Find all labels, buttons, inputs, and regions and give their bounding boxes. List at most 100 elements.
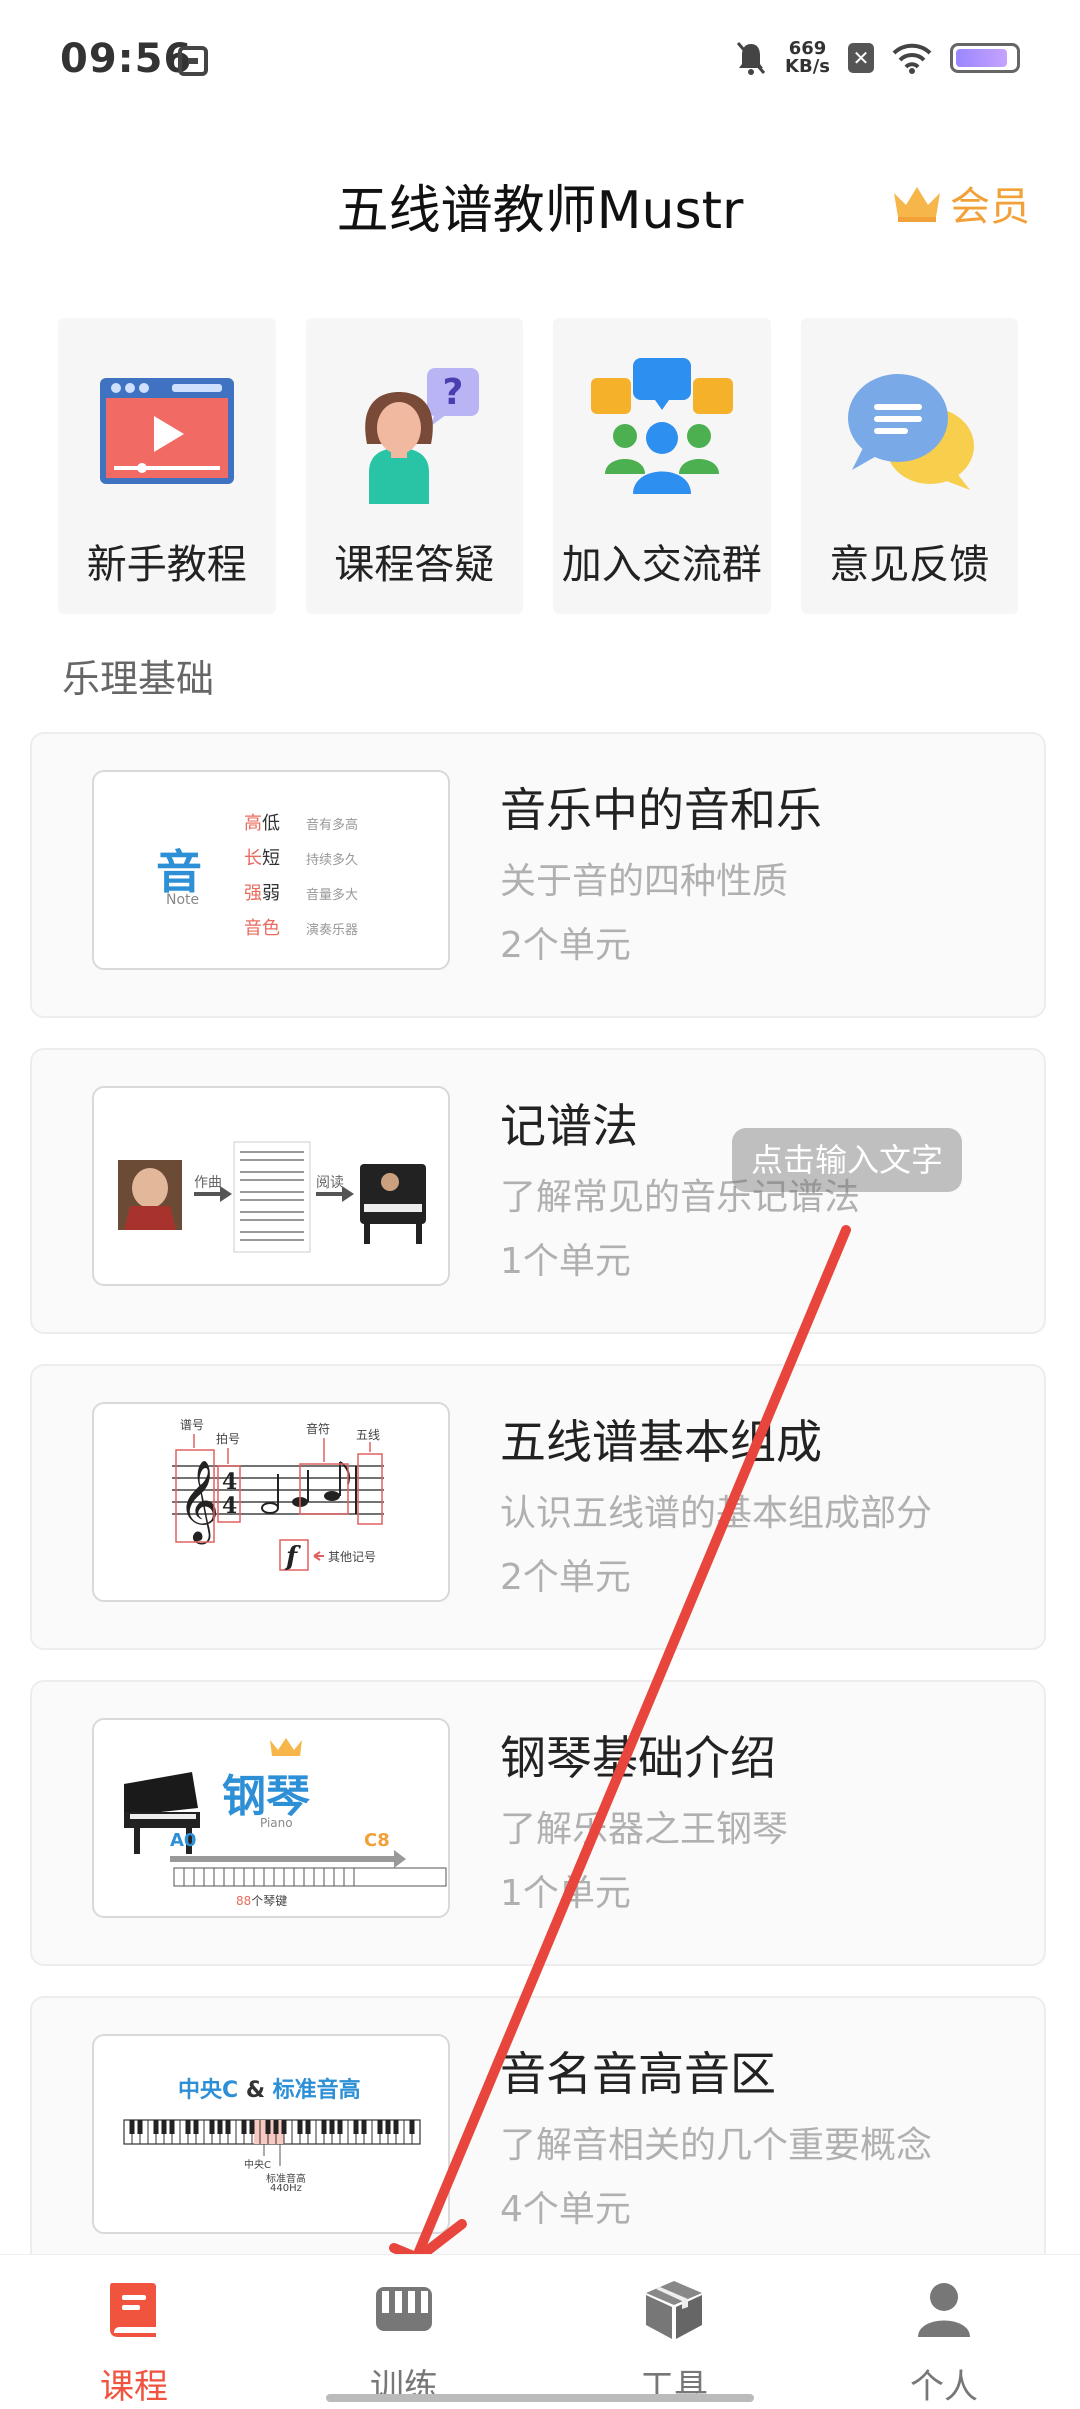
course-card[interactable]: 𝄞 4 4 f 谱号 拍号 音符 五线 其他记号 五线谱基本组成 认识五线谱的基… <box>30 1364 1046 1650</box>
thumb-row-a: 音 <box>244 918 262 939</box>
quick-action-group[interactable]: 加入交流群 <box>553 318 771 614</box>
tab-label: 课程 <box>100 2367 168 2407</box>
staff-illustration: 𝄞 4 4 f <box>172 1434 384 1572</box>
course-title: 记谱法 <box>500 1099 638 1153</box>
thumb-main-sub: Note <box>166 892 200 908</box>
course-card[interactable]: 钢琴 Piano A0 C8 88个琴键 钢琴基础介绍 了解乐器之王钢琴 1个单… <box>30 1680 1046 1966</box>
svg-text:4: 4 <box>222 1493 237 1519</box>
quick-action-label: 课程答疑 <box>334 542 495 588</box>
thumb-label: 拍号 <box>216 1432 241 1446</box>
course-title: 五线谱基本组成 <box>500 1415 822 1469</box>
box-icon <box>646 2281 702 2339</box>
thumb-keys-count: 88个琴键 <box>236 1892 287 1909</box>
sim-card-icon <box>178 46 208 76</box>
svg-text:?: ? <box>443 372 464 413</box>
feedback-bubbles-icon <box>848 374 975 490</box>
course-card[interactable]: 中央C & 标准音高 中央C 标准音高 440Hz 音名音高音区 了解音相关的几… <box>30 1996 1046 2282</box>
no-sim-icon: ✕ <box>848 43 874 73</box>
notation-process-illustration <box>118 1141 426 1253</box>
course-thumbnail: 中央C & 标准音高 中央C 标准音高 440Hz <box>92 2034 450 2234</box>
status-time: 09:56 <box>60 36 193 82</box>
app-header: 五线谱教师Mustr 会员 <box>0 150 1080 250</box>
course-thumbnail: 作曲 阅读 <box>92 1086 450 1286</box>
keyboard-illustration <box>123 2119 421 2166</box>
thumb-rows: 高低 长短 强弱 音色 <box>244 806 280 946</box>
course-thumbnail: 音 Note 高低 长短 强弱 音色 音有多高 持续多久 音量多大 演奏乐器 <box>92 770 450 970</box>
course-title: 音乐中的音和乐 <box>500 783 822 837</box>
thumb-row-b: 短 <box>262 848 280 869</box>
quick-action-label: 加入交流群 <box>561 542 762 588</box>
thumb-label: 音符 <box>306 1422 331 1436</box>
quick-action-tutorial[interactable]: 新手教程 <box>58 318 276 614</box>
course-card[interactable]: 音 Note 高低 长短 强弱 音色 音有多高 持续多久 音量多大 演奏乐器 音… <box>30 732 1046 1018</box>
quick-action-qa[interactable]: ? 课程答疑 <box>305 318 523 614</box>
text-input-tip[interactable]: 点击输入文字 <box>732 1128 962 1192</box>
thumb-label: 谱号 <box>180 1418 205 1432</box>
course-title: 音名音高音区 <box>500 2047 776 2101</box>
thumb-desc: 音有多高 持续多久 音量多大 演奏乐器 <box>306 808 358 948</box>
course-units: 1个单元 <box>500 1241 631 1282</box>
course-units: 4个单元 <box>500 2189 631 2230</box>
thumb-piano-en: Piano <box>260 1816 293 1830</box>
thumb-label: 五线 <box>356 1428 381 1442</box>
thumb-label: 其他记号 <box>328 1550 377 1564</box>
keys-text: 个琴键 <box>251 1894 288 1908</box>
tab-courses[interactable]: 课程 <box>64 2277 204 2408</box>
wifi-icon <box>892 43 932 74</box>
svg-text:4: 4 <box>222 1469 237 1495</box>
status-icons: 669 KB/s ✕ <box>735 40 1020 76</box>
thumb-low-key: A0 <box>170 1830 197 1851</box>
vip-button[interactable]: 会员 <box>890 174 1030 232</box>
svg-text:f: f <box>284 1542 301 1572</box>
question-person-icon: ? <box>365 368 480 504</box>
thumb-desc-line: 音量多大 <box>306 888 359 903</box>
status-bar: 09:56 669 KB/s ✕ <box>0 0 1080 120</box>
person-icon <box>918 2283 970 2337</box>
thumb-desc-line: 音有多高 <box>306 818 359 833</box>
thumb-step-label: 作曲 <box>194 1175 222 1191</box>
thumb-row-b: 低 <box>262 813 280 834</box>
course-subtitle: 关于音的四种性质 <box>500 861 789 902</box>
keys-num: 88 <box>236 1894 252 1908</box>
thumb-piano-title: 钢琴 <box>222 1771 310 1822</box>
thumb-row-b: 弱 <box>262 883 280 904</box>
group-chat-icon <box>590 358 733 494</box>
thumb-high-key: C8 <box>364 1830 390 1851</box>
vip-label: 会员 <box>950 184 1030 230</box>
course-units: 2个单元 <box>500 1557 631 1598</box>
book-icon <box>110 2283 156 2337</box>
tab-profile[interactable]: 个人 <box>874 2277 1014 2408</box>
tab-label: 个人 <box>910 2367 978 2407</box>
thumb-step-label: 阅读 <box>316 1175 344 1191</box>
course-title: 钢琴基础介绍 <box>500 1731 776 1785</box>
thumb-label: 中央C <box>244 2160 271 2171</box>
thumb-desc-line: 演奏乐器 <box>306 923 359 938</box>
course-subtitle: 了解乐器之王钢琴 <box>500 1809 789 1850</box>
quick-action-label: 新手教程 <box>86 542 247 588</box>
tab-tools[interactable]: 工具 <box>604 2277 744 2408</box>
bottom-tab-bar: 课程 训练 工具 个人 <box>0 2254 1080 2409</box>
piano-keys-icon <box>376 2287 432 2331</box>
course-subtitle: 了解音相关的几个重要概念 <box>500 2125 933 2166</box>
course-units: 1个单元 <box>500 1873 631 1914</box>
thumb-row-a: 高 <box>244 813 262 834</box>
thumb-row-a: 长 <box>244 848 262 869</box>
thumb-label: 440Hz <box>270 2183 302 2194</box>
mute-bell-icon <box>736 42 766 75</box>
course-units: 2个单元 <box>500 925 631 966</box>
course-subtitle: 认识五线谱的基本组成部分 <box>500 1493 933 1534</box>
quick-action-label: 意见反馈 <box>829 542 990 588</box>
battery-icon <box>950 43 1020 73</box>
quick-actions: 新手教程 ? 课程答疑 加入交流群 意见反馈 <box>58 318 1018 614</box>
net-speed-unit: KB/s <box>785 56 830 77</box>
section-title: 乐理基础 <box>62 657 215 701</box>
network-speed: 669 KB/s <box>785 40 830 76</box>
home-indicator[interactable] <box>326 2394 754 2402</box>
thumb-desc-line: 持续多久 <box>306 853 359 868</box>
thumb-row-a: 强 <box>244 883 262 904</box>
thumb-row-b: 色 <box>262 918 280 939</box>
tab-training[interactable]: 训练 <box>334 2277 474 2408</box>
video-tutorial-icon <box>99 378 234 484</box>
quick-action-feedback[interactable]: 意见反馈 <box>800 318 1018 614</box>
svg-text:𝄞: 𝄞 <box>178 1459 219 1544</box>
